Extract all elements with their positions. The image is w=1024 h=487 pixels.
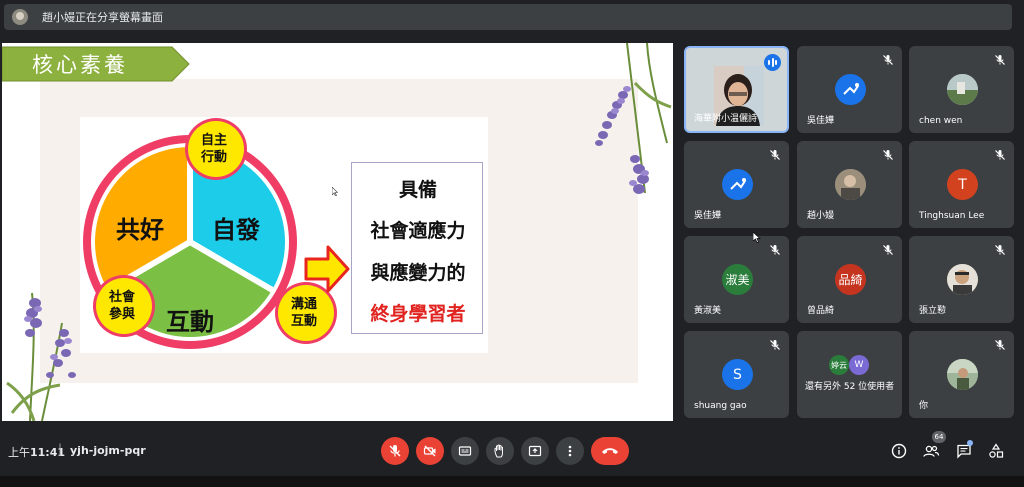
slide-title-banner: 核心素養 — [2, 45, 190, 82]
bird-avatar-icon — [722, 169, 753, 200]
bottom-edge — [0, 476, 1024, 487]
photo-avatar — [947, 359, 978, 390]
bird-avatar-icon — [835, 74, 866, 105]
label-hudong: 互動 — [166, 308, 214, 336]
lavender-bottom-left-decoration — [6, 292, 76, 421]
participant-tile-5[interactable]: 趙小嫚 — [797, 141, 902, 228]
textbox-line-3: 與應變力的 — [370, 262, 466, 284]
people-icon — [923, 445, 940, 457]
participant-name: 還有另外 52 位使用者 — [805, 382, 895, 392]
activities-icon — [989, 443, 1004, 458]
shared-screen: 核心素養 共好 自發 互動 自主 行動 社會 參與 溝通 互動 具備 社會適應力… — [2, 43, 673, 421]
participant-tile-4[interactable]: 吳佳嬅 — [684, 141, 789, 228]
slide-title: 核心素養 — [32, 53, 128, 77]
letter-avatar: S — [722, 359, 753, 390]
label-shehui-canyu: 社會 參與 — [109, 290, 136, 322]
participant-name: 你 — [919, 401, 929, 411]
raise-hand-icon — [494, 444, 503, 458]
photo-avatar — [947, 74, 978, 105]
letter-avatar: T — [947, 169, 978, 200]
presenter-avatar — [12, 9, 28, 25]
presenting-text: 趙小嫚正在分享螢幕畫面 — [42, 11, 163, 24]
mic-muted-icon — [883, 245, 893, 255]
group-avatar-2: W — [849, 355, 869, 375]
mic-muted-icon — [770, 340, 780, 350]
presenting-banner: 趙小嫚正在分享螢幕畫面 — [4, 4, 1012, 30]
present-icon — [528, 445, 542, 457]
participant-tile-9[interactable]: 張立懃 — [909, 236, 1014, 323]
participant-tile-10[interactable]: S shuang gao — [684, 331, 789, 418]
group-avatar-1: 婷云 — [829, 355, 849, 375]
participant-name: chen wen — [919, 116, 963, 126]
activities-button[interactable] — [985, 440, 1007, 462]
captions-button[interactable] — [451, 437, 479, 465]
participant-name: 海華附小温儷詩 — [694, 114, 758, 124]
camera-off-icon — [423, 445, 436, 457]
participant-name: 吳佳嬅 — [807, 116, 835, 126]
participant-name: 趙小嫚 — [807, 211, 835, 221]
label-zizhu-xingdong: 自主 行動 — [201, 133, 228, 165]
participant-tile-6[interactable]: T Tinghsuan Lee — [909, 141, 1014, 228]
photo-avatar — [835, 169, 866, 200]
mic-muted-icon — [995, 55, 1005, 65]
speaking-indicator-icon — [764, 54, 781, 71]
captions-icon — [458, 446, 472, 456]
lifelong-learner-textbox: 具備 社會適應力 與應變力的 終身學習者 — [351, 162, 483, 334]
leave-call-button[interactable] — [591, 437, 629, 465]
participant-name: 張立懃 — [919, 306, 947, 316]
participant-tile-3[interactable]: chen wen — [909, 46, 1014, 133]
more-options-icon — [568, 445, 572, 457]
letter-avatar: 淑美 — [722, 264, 753, 295]
label-gonghao: 共好 — [116, 216, 164, 244]
participant-tile-8[interactable]: 品綺 曾品綺 — [797, 236, 902, 323]
meeting-code: yjh-jojm-pqr — [70, 444, 146, 457]
raise-hand-button[interactable] — [486, 437, 514, 465]
textbox-line-2: 社會適應力 — [370, 220, 466, 242]
textbox-line-4: 終身學習者 — [370, 303, 466, 325]
mic-off-icon — [389, 445, 401, 457]
control-bar: 上午11:41 | yjh-jojm-pqr — [0, 428, 1024, 474]
meeting-time: 上午11:41 — [8, 446, 66, 459]
participant-name: 黃淑美 — [694, 306, 722, 316]
label-zifa: 自發 — [212, 216, 260, 244]
lavender-top-right-decoration — [595, 43, 672, 194]
mic-toggle-button[interactable] — [381, 437, 409, 465]
present-now-button[interactable] — [521, 437, 549, 465]
letter-avatar: 品綺 — [835, 264, 866, 295]
participant-tile-self[interactable]: 你 — [909, 331, 1014, 418]
participant-tile-2[interactable]: 吳佳嬅 — [797, 46, 902, 133]
info-icon — [891, 443, 907, 459]
participant-name: shuang gao — [694, 401, 747, 411]
mic-muted-icon — [995, 245, 1005, 255]
mic-muted-icon — [883, 55, 893, 65]
photo-avatar — [947, 264, 978, 295]
chat-notification-dot — [967, 440, 973, 446]
hang-up-icon — [602, 448, 618, 454]
textbox-line-1: 具備 — [398, 179, 437, 201]
mic-muted-icon — [770, 150, 780, 160]
mic-muted-icon — [883, 150, 893, 160]
mic-muted-icon — [995, 340, 1005, 350]
participant-name: 曾品綺 — [807, 306, 835, 316]
slide-mouse-cursor — [332, 187, 338, 196]
camera-toggle-button[interactable] — [416, 437, 444, 465]
participant-tile-7[interactable]: 淑美 黃淑美 — [684, 236, 789, 323]
mic-muted-icon — [995, 150, 1005, 160]
mic-muted-icon — [770, 245, 780, 255]
label-goutong-hudong: 溝通 互動 — [291, 297, 318, 329]
participant-tile-1[interactable]: 海華附小温儷詩 — [684, 46, 789, 133]
participant-tile-others[interactable]: 婷云 W 還有另外 52 位使用者 — [797, 331, 902, 418]
more-options-button[interactable] — [556, 437, 584, 465]
meet-window: 趙小嫚正在分享螢幕畫面 核心素養 共好 自發 互動 自主 行動 社會 參與 溝通… — [0, 0, 1024, 487]
participant-name: 吳佳嬅 — [694, 211, 722, 221]
participant-count-badge: 64 — [932, 431, 946, 443]
participant-name: Tinghsuan Lee — [919, 211, 985, 221]
separator: | — [58, 442, 63, 456]
meeting-details-button[interactable] — [888, 440, 910, 462]
show-everyone-button[interactable] — [920, 440, 942, 462]
mouse-cursor — [753, 232, 761, 243]
